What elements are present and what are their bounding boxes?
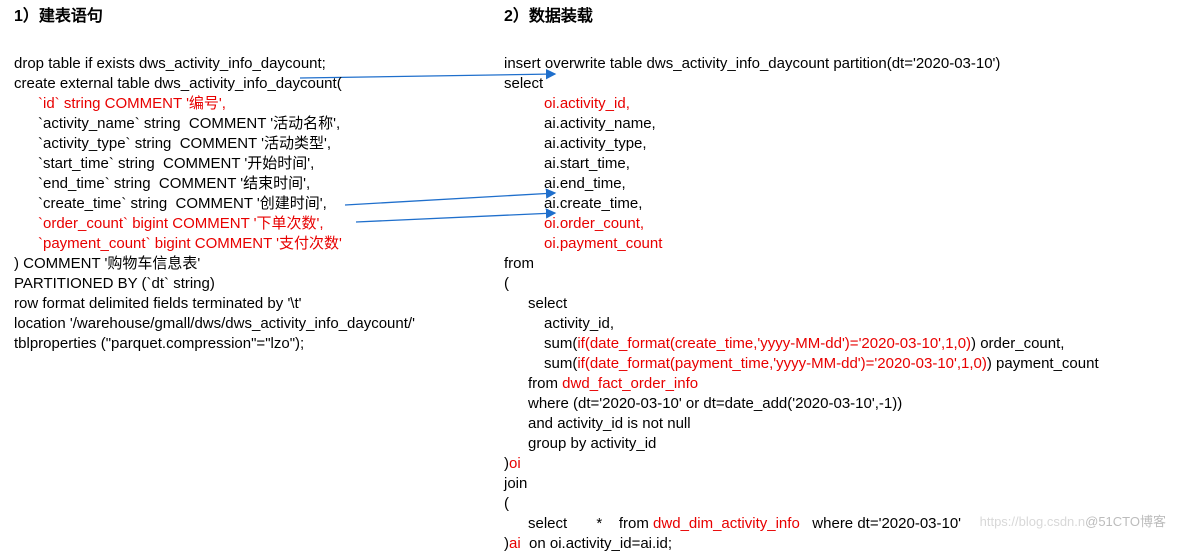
code-line: select * from dwd_dim_activity_info wher…: [504, 515, 961, 532]
code-line: )oi: [504, 455, 521, 472]
code-line: drop table if exists dws_activity_info_d…: [14, 55, 326, 72]
code-line: `order_count` bigint COMMENT '下单次数',: [14, 215, 324, 232]
code-line: `id` string COMMENT '编号',: [14, 95, 226, 112]
code-line: oi.payment_count: [504, 235, 662, 252]
code-line: sum(if(date_format(payment_time,'yyyy-MM…: [504, 355, 1099, 372]
code-line: )ai on oi.activity_id=ai.id;: [504, 535, 672, 552]
code-line: oi.activity_id,: [504, 95, 630, 112]
code-line: join: [504, 475, 527, 492]
code-line: row format delimited fields terminated b…: [14, 295, 302, 312]
code-line: group by activity_id: [504, 435, 656, 452]
create-table-code: drop table if exists dws_activity_info_d…: [14, 34, 496, 354]
insert-code: insert overwrite table dws_activity_info…: [504, 34, 1174, 554]
code-line: `activity_name` string COMMENT '活动名称',: [14, 115, 340, 132]
right-title: 2）数据装载: [504, 6, 1174, 28]
watermark: https://blog.csdn.n@51CTO博客: [980, 513, 1166, 531]
code-line: sum(if(date_format(create_time,'yyyy-MM-…: [504, 335, 1064, 352]
left-title: 1）建表语句: [14, 6, 496, 28]
right-column: 2）数据装载 insert overwrite table dws_activi…: [504, 6, 1174, 554]
code-line: oi.order_count,: [504, 215, 644, 232]
code-line: where (dt='2020-03-10' or dt=date_add('2…: [504, 395, 902, 412]
code-line: ai.create_time,: [504, 195, 642, 212]
code-line: `activity_type` string COMMENT '活动类型',: [14, 135, 331, 152]
code-line: ai.start_time,: [504, 155, 630, 172]
code-line: select: [504, 75, 543, 92]
code-line: location '/warehouse/gmall/dws/dws_activ…: [14, 315, 415, 332]
code-line: `create_time` string COMMENT '创建时间',: [14, 195, 327, 212]
code-line: ) COMMENT '购物车信息表': [14, 255, 200, 272]
code-line: (: [504, 495, 509, 512]
left-column: 1）建表语句 drop table if exists dws_activity…: [14, 6, 504, 554]
code-line: `end_time` string COMMENT '结束时间',: [14, 175, 310, 192]
code-line: create external table dws_activity_info_…: [14, 75, 342, 92]
code-line: ai.activity_type,: [504, 135, 647, 152]
code-line: activity_id,: [504, 315, 614, 332]
code-line: from: [504, 255, 534, 272]
code-line: and activity_id is not null: [504, 415, 691, 432]
code-line: insert overwrite table dws_activity_info…: [504, 55, 1000, 72]
code-line: ai.end_time,: [504, 175, 626, 192]
document-container: 1）建表语句 drop table if exists dws_activity…: [0, 0, 1184, 560]
code-line: (: [504, 275, 509, 292]
code-line: PARTITIONED BY (`dt` string): [14, 275, 215, 292]
code-line: tblproperties ("parquet.compression"="lz…: [14, 335, 304, 352]
code-line: `start_time` string COMMENT '开始时间',: [14, 155, 314, 172]
code-line: ai.activity_name,: [504, 115, 656, 132]
code-line: `payment_count` bigint COMMENT '支付次数': [14, 235, 342, 252]
code-line: from dwd_fact_order_info: [504, 375, 698, 392]
code-line: select: [504, 295, 567, 312]
